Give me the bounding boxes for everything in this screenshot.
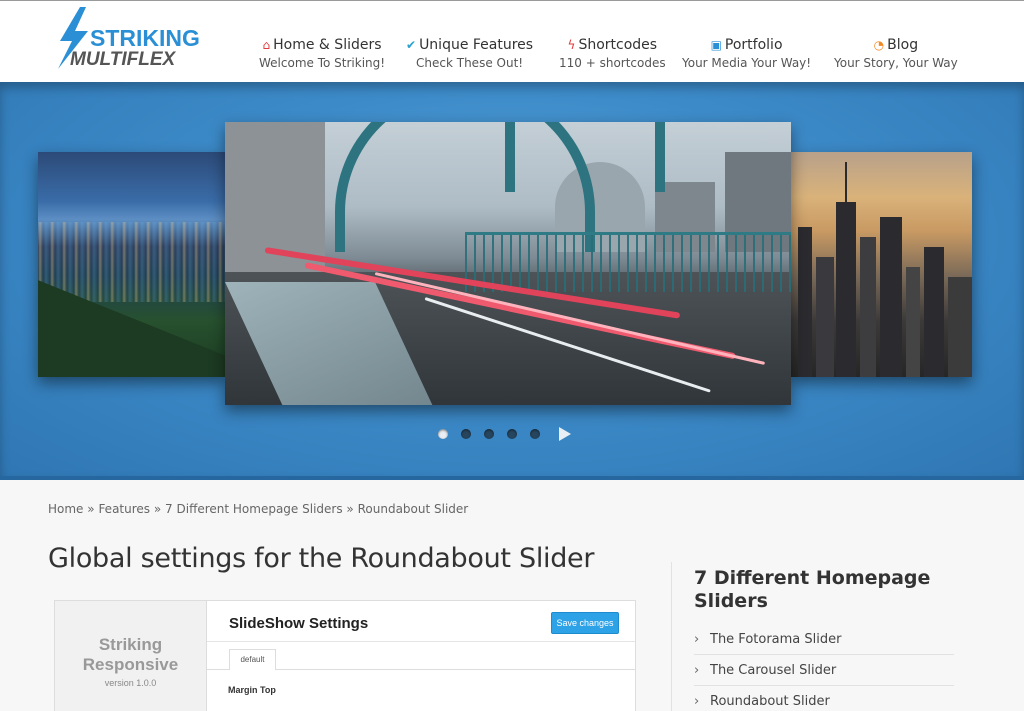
logo-text-multiflex: MULTIFLEX bbox=[70, 49, 176, 70]
slider-dot-1[interactable] bbox=[438, 429, 448, 439]
home-icon: ⌂ bbox=[262, 38, 271, 52]
settings-screenshot: Striking Responsive version 1.0.0 SlideS… bbox=[54, 600, 636, 711]
sidebar-title: 7 Different Homepage Sliders bbox=[694, 567, 931, 612]
slider-pagination bbox=[438, 427, 571, 441]
sidebar-item-label: The Fotorama Slider bbox=[710, 632, 842, 647]
sidebar-item-fotorama[interactable]: › The Fotorama Slider bbox=[694, 624, 954, 655]
slider-dot-4[interactable] bbox=[507, 429, 517, 439]
breadcrumb-sliders[interactable]: 7 Different Homepage Sliders bbox=[165, 502, 343, 516]
tab-default[interactable]: default bbox=[229, 649, 276, 670]
sidebar-item-roundabout[interactable]: › Roundabout Slider bbox=[694, 686, 954, 711]
nav-sub-features: Check These Out! bbox=[416, 56, 524, 70]
slide-next[interactable] bbox=[790, 152, 972, 377]
sidebar-item-label: The Carousel Slider bbox=[710, 663, 837, 678]
slider-dot-3[interactable] bbox=[484, 429, 494, 439]
nav-label-blog: Blog bbox=[887, 37, 919, 53]
page-title: Global settings for the Roundabout Slide… bbox=[48, 543, 595, 574]
nav-item-portfolio[interactable]: ▣ Portfolio Your Media Your Way! bbox=[682, 37, 811, 71]
nav-sub-shortcodes: 110 + shortcodes bbox=[559, 56, 666, 70]
settings-brand-line1: Striking bbox=[98, 635, 163, 654]
sidebar-list: › The Fotorama Slider › The Carousel Slide… bbox=[694, 624, 954, 711]
chevron-right-icon: › bbox=[694, 663, 700, 678]
chevron-right-icon: › bbox=[694, 694, 700, 709]
nav-sub-portfolio: Your Media Your Way! bbox=[682, 56, 812, 70]
nav-label-portfolio: Portfolio bbox=[724, 37, 783, 53]
check-icon: ✔ bbox=[406, 38, 417, 52]
margin-top-label: Margin Top bbox=[228, 685, 276, 695]
settings-title: SlideShow Settings bbox=[229, 615, 369, 632]
save-changes-button[interactable]: Save changes bbox=[551, 612, 619, 634]
settings-brand-line2: Responsive bbox=[82, 655, 179, 674]
breadcrumb-current: Roundabout Slider bbox=[357, 502, 469, 516]
nav-sub-blog: Your Story, Your Way bbox=[834, 56, 958, 70]
nav-label-shortcodes: Shortcodes bbox=[578, 37, 658, 53]
play-icon[interactable] bbox=[559, 427, 571, 441]
nav-item-features[interactable]: ✔ Unique Features Check These Out! bbox=[406, 37, 533, 71]
chevron-right-icon: › bbox=[694, 632, 700, 647]
nav-label-features: Unique Features bbox=[419, 37, 534, 53]
rss-icon: ◔ bbox=[873, 38, 885, 52]
breadcrumb-features[interactable]: Features bbox=[98, 502, 150, 516]
site-logo[interactable]: STRIKING MULTIFLEX bbox=[54, 7, 200, 71]
breadcrumb-home[interactable]: Home bbox=[48, 502, 83, 516]
breadcrumb: Home » Features » 7 Different Homepage S… bbox=[48, 502, 468, 516]
breadcrumb-separator: » bbox=[346, 502, 354, 516]
slide-previous[interactable] bbox=[38, 152, 226, 377]
nav-label-home: Home & Sliders bbox=[273, 37, 382, 53]
slide-current[interactable] bbox=[225, 122, 791, 405]
breadcrumb-separator: » bbox=[87, 502, 95, 516]
breadcrumb-separator: » bbox=[153, 502, 162, 516]
sidebar-item-carousel[interactable]: › The Carousel Slider bbox=[694, 655, 954, 686]
image-icon: ▣ bbox=[710, 38, 722, 52]
nav-sub-home: Welcome To Striking! bbox=[259, 56, 386, 70]
bolt-icon: ϟ bbox=[567, 38, 576, 52]
nav-item-home[interactable]: ⌂ Home & Sliders Welcome To Striking! bbox=[259, 37, 385, 71]
settings-version: version 1.0.0 bbox=[104, 678, 157, 688]
settings-sidebar: Striking Responsive version 1.0.0 bbox=[55, 601, 207, 711]
site-header: STRIKING MULTIFLEX ⌂ Home & Sliders Welco… bbox=[0, 0, 1024, 82]
nav-item-shortcodes[interactable]: ϟ Shortcodes 110 + shortcodes bbox=[559, 37, 666, 71]
logo-text-striking: STRIKING bbox=[90, 25, 200, 51]
sidebar-item-label: Roundabout Slider bbox=[710, 694, 830, 709]
nav-item-blog[interactable]: ◔ Blog Your Story, Your Way bbox=[834, 37, 958, 71]
slider-dot-5[interactable] bbox=[530, 429, 540, 439]
slider-dot-2[interactable] bbox=[461, 429, 471, 439]
